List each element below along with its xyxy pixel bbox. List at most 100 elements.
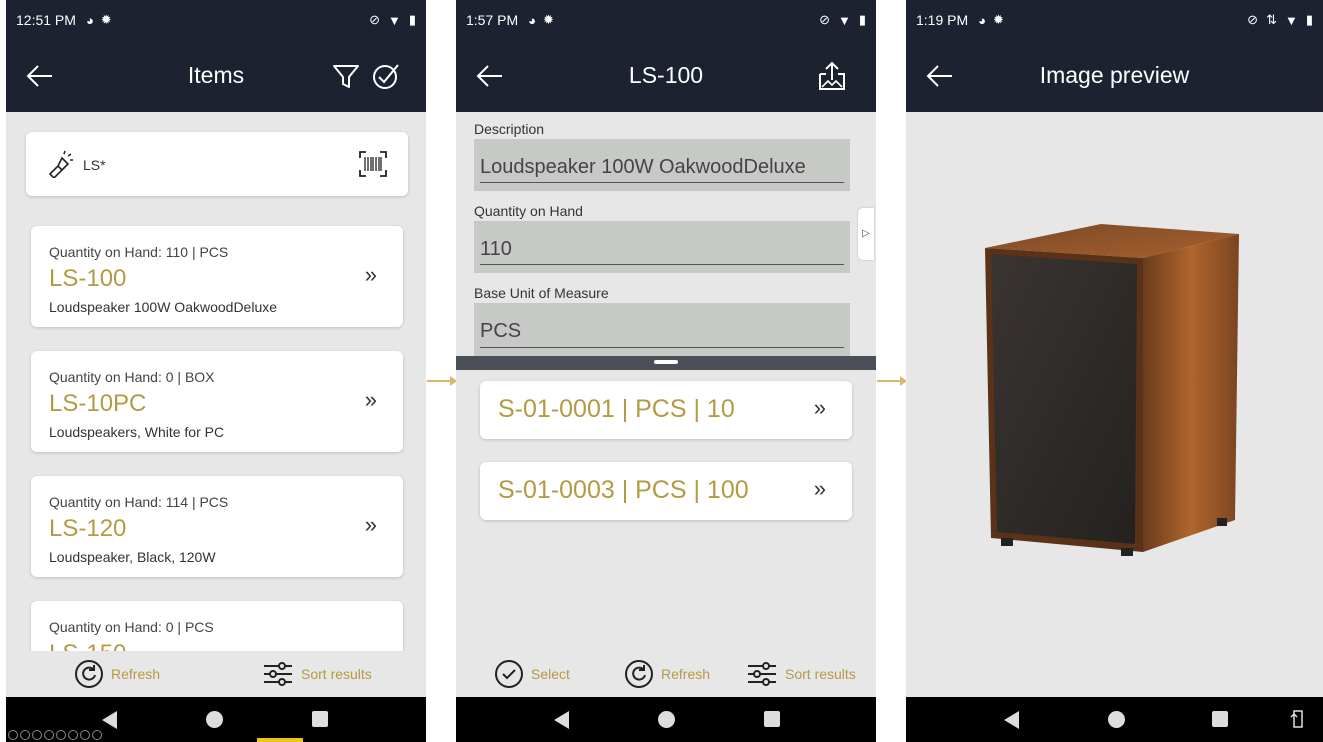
item-qoh: Quantity on Hand: 110 | PCS bbox=[49, 244, 229, 260]
item-desc: Loudspeaker 100W OakwoodDeluxe bbox=[49, 299, 278, 315]
field-underline bbox=[480, 182, 844, 183]
wifi-icon: ▼ bbox=[837, 12, 851, 28]
uom-label: Base Unit of Measure bbox=[474, 285, 609, 301]
sort-results-button[interactable]: Sort results bbox=[262, 659, 372, 689]
wifi-icon: ▼ bbox=[1284, 12, 1298, 28]
system-nav-bar bbox=[906, 697, 1323, 742]
image-upload-icon[interactable] bbox=[816, 60, 848, 92]
chevron-right-icon: » bbox=[813, 476, 826, 501]
filter-icon[interactable] bbox=[330, 60, 362, 92]
search-box[interactable]: LS* bbox=[26, 132, 408, 196]
item-code: LS-120 bbox=[49, 515, 127, 542]
settings-gear-icon: ✹ bbox=[543, 12, 554, 27]
flashlight-icon[interactable] bbox=[46, 150, 74, 178]
dock-icon bbox=[32, 730, 42, 740]
qoh-field[interactable]: 110 bbox=[474, 221, 850, 273]
field-underline bbox=[480, 347, 844, 348]
nav-recents-icon[interactable] bbox=[312, 711, 328, 727]
alarm-off-icon: ⊘ bbox=[819, 12, 830, 27]
screen-image-preview: 1:19 PM ◕ ✹ ⊘ ⇅ ▼ ▮ Image preview bbox=[906, 0, 1323, 742]
bottom-action-bar: Refresh Sort results bbox=[6, 651, 426, 697]
page-title: Items bbox=[187, 62, 245, 88]
data-transfer-icon: ⇅ bbox=[1266, 12, 1277, 27]
field-underline bbox=[480, 264, 844, 265]
check-circle-icon bbox=[495, 660, 523, 688]
description-value: Loudspeaker 100W OakwoodDeluxe bbox=[480, 156, 806, 178]
nav-back-icon[interactable] bbox=[554, 711, 569, 729]
item-code: LS-10PC bbox=[49, 390, 147, 417]
app-bar: LS-100 bbox=[456, 40, 876, 112]
refresh-button[interactable]: Refresh bbox=[74, 659, 160, 689]
status-time: 1:19 PM bbox=[916, 12, 969, 28]
rotate-screen-icon[interactable] bbox=[1290, 709, 1306, 729]
flow-arrow-1 bbox=[427, 376, 457, 386]
screen-items-list: 12:51 PM ◕ ✹ ⊘ ▼ ▮ Items LS* Quantity on… bbox=[6, 0, 426, 742]
sort-label: Sort results bbox=[301, 666, 372, 682]
flow-arrow-2 bbox=[877, 376, 907, 386]
nav-recents-icon[interactable] bbox=[1212, 711, 1228, 727]
dock-icon bbox=[44, 730, 54, 740]
sliders-icon bbox=[748, 662, 776, 686]
chevron-right-icon: » bbox=[364, 262, 377, 287]
check-circle-icon[interactable] bbox=[370, 60, 402, 92]
refresh-icon bbox=[625, 660, 653, 688]
refresh-icon bbox=[75, 660, 103, 688]
sync-icon: ◕ bbox=[528, 12, 536, 28]
search-query[interactable]: LS* bbox=[83, 157, 106, 173]
sync-icon: ◕ bbox=[978, 12, 986, 28]
uom-value: PCS bbox=[480, 320, 522, 342]
description-field[interactable]: Loudspeaker 100W OakwoodDeluxe bbox=[474, 139, 850, 191]
wifi-icon: ▼ bbox=[387, 12, 401, 28]
qoh-value: 110 bbox=[480, 238, 512, 260]
chevron-right-icon: » bbox=[364, 512, 377, 537]
bin-label: S-01-0003 | PCS | 100 bbox=[498, 476, 749, 504]
dock-icon bbox=[20, 730, 30, 740]
refresh-label: Refresh bbox=[661, 666, 711, 682]
taskbar-icons bbox=[8, 730, 102, 740]
description-label: Description bbox=[474, 121, 545, 137]
nav-back-icon[interactable] bbox=[1004, 711, 1019, 729]
nav-home-icon[interactable] bbox=[1108, 711, 1125, 728]
refresh-button[interactable]: Refresh bbox=[624, 659, 710, 689]
loudspeaker-image bbox=[985, 224, 1239, 556]
drag-handle[interactable] bbox=[654, 360, 678, 364]
chevron-right-icon: » bbox=[813, 395, 826, 420]
bin-card-s-01-0001[interactable]: S-01-0001 | PCS | 10 » bbox=[480, 381, 852, 439]
bin-label: S-01-0001 | PCS | 10 bbox=[498, 395, 735, 423]
select-label: Select bbox=[531, 666, 570, 682]
battery-icon: ▮ bbox=[858, 12, 866, 27]
uom-field[interactable]: PCS bbox=[474, 303, 850, 356]
select-button[interactable]: Select bbox=[494, 659, 570, 689]
nav-home-icon[interactable] bbox=[658, 711, 675, 728]
active-indicator bbox=[257, 738, 303, 742]
alarm-off-icon: ⊘ bbox=[1247, 12, 1259, 27]
sort-results-button[interactable]: Sort results bbox=[746, 659, 856, 689]
nav-back-icon[interactable] bbox=[102, 711, 117, 729]
item-code: LS-100 bbox=[49, 265, 127, 292]
settings-gear-icon: ✹ bbox=[100, 12, 112, 27]
app-bar: Items bbox=[6, 40, 426, 112]
barcode-scan-icon[interactable] bbox=[358, 150, 388, 178]
status-time: 12:51 PM bbox=[16, 12, 76, 28]
qoh-label: Quantity on Hand bbox=[474, 203, 583, 219]
image-preview-area bbox=[906, 112, 1323, 697]
item-card-ls-100[interactable]: Quantity on Hand: 110 | PCS LS-100 Louds… bbox=[31, 226, 403, 327]
side-drawer-toggle[interactable]: ▷ bbox=[858, 208, 874, 260]
item-card-ls-10pc[interactable]: Quantity on Hand: 0 | BOX LS-10PC Loudsp… bbox=[31, 351, 403, 452]
item-desc: Loudspeaker, Black, 120W bbox=[49, 549, 216, 565]
dock-icon bbox=[92, 730, 102, 740]
bin-card-s-01-0003[interactable]: S-01-0003 | PCS | 100 » bbox=[480, 462, 852, 520]
nav-home-icon[interactable] bbox=[206, 711, 223, 728]
refresh-label: Refresh bbox=[111, 666, 161, 682]
dock-icon bbox=[68, 730, 78, 740]
sync-icon: ◕ bbox=[85, 12, 94, 28]
system-nav-bar bbox=[456, 697, 876, 742]
nav-recents-icon[interactable] bbox=[764, 711, 780, 727]
item-card-ls-120[interactable]: Quantity on Hand: 114 | PCS LS-120 Louds… bbox=[31, 476, 403, 577]
app-bar: Image preview bbox=[906, 40, 1323, 112]
chevron-right-icon: » bbox=[364, 387, 377, 412]
battery-icon: ▮ bbox=[1305, 12, 1313, 27]
bottom-action-bar: Select Refresh Sort results bbox=[456, 651, 876, 697]
battery-icon: ▮ bbox=[408, 12, 416, 27]
status-bar: 1:57 PM ◕ ✹ ⊘ ▼ ▮ bbox=[456, 0, 876, 40]
